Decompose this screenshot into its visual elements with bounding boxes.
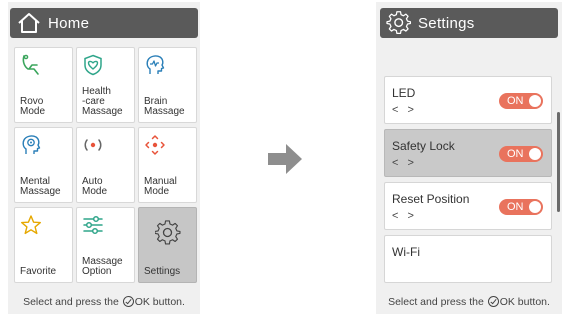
setting-row-wifi[interactable]: Wi-Fi <box>384 235 552 283</box>
tile-label: Mental Massage <box>20 176 61 197</box>
mental-head-icon <box>22 135 41 154</box>
tile-label: Massage Option <box>82 256 123 277</box>
tile-settings[interactable]: Settings <box>138 207 197 283</box>
toggle-knob <box>529 95 541 107</box>
tile-healthcare-massage[interactable]: Health -care Massage <box>76 47 135 123</box>
setting-nav-arrows: < > <box>392 210 417 222</box>
brain-head-icon <box>146 55 165 74</box>
toggle-knob <box>529 201 541 213</box>
ok-check-icon <box>487 296 499 307</box>
tile-label: Auto Mode <box>82 176 108 197</box>
setting-row-led[interactable]: LED < > ON <box>384 76 552 124</box>
home-title: Home <box>48 14 90 32</box>
toggle-knob <box>529 148 541 160</box>
gear-icon <box>155 220 181 245</box>
tile-manual-mode[interactable]: Manual Mode <box>138 127 197 203</box>
tile-brain-massage[interactable]: Brain Massage <box>138 47 197 123</box>
tile-label: Settings <box>144 266 181 277</box>
footer-text-after: OK button. <box>499 296 550 308</box>
tile-rovo-mode[interactable]: Rovo Mode <box>14 47 73 123</box>
home-screen: Home Rovo Mode Health -care Massage Brai… <box>8 2 200 314</box>
home-title-bar: Home <box>10 8 198 38</box>
toggle-label: ON <box>507 201 524 213</box>
rovo-chair-icon <box>22 54 39 75</box>
right-arrow-icon <box>268 144 302 174</box>
setting-row-reset-position[interactable]: Reset Position < > ON <box>384 182 552 230</box>
home-icon <box>18 13 40 33</box>
footer-text-before: Select and press the <box>388 296 484 308</box>
led-toggle[interactable]: ON <box>499 93 543 109</box>
gear-icon <box>386 11 412 35</box>
setting-label: Wi-Fi <box>392 245 420 259</box>
ok-check-icon <box>122 296 134 307</box>
heart-shield-icon <box>84 54 102 76</box>
safety-lock-toggle[interactable]: ON <box>499 146 543 162</box>
reset-position-toggle[interactable]: ON <box>499 199 543 215</box>
setting-label: LED <box>392 86 416 100</box>
tile-label: Manual Mode <box>144 176 177 197</box>
setting-nav-arrows: < > <box>392 157 417 169</box>
setting-label: Reset Position <box>392 192 470 206</box>
settings-title: Settings <box>418 14 475 32</box>
sliders-icon <box>83 215 103 235</box>
tile-label: Rovo Mode <box>20 96 46 117</box>
home-footer-hint: Select and press the OK button. <box>8 296 200 308</box>
tile-label: Brain Massage <box>144 96 185 117</box>
footer-text-before: Select and press the <box>23 296 119 308</box>
footer-text-after: OK button. <box>134 296 185 308</box>
star-icon <box>21 215 41 235</box>
settings-title-bar: Settings <box>380 8 558 38</box>
tile-massage-option[interactable]: Massage Option <box>76 207 135 283</box>
setting-nav-arrows: < > <box>392 104 417 116</box>
tile-label: Favorite <box>20 266 57 277</box>
auto-dial-icon <box>84 139 102 151</box>
tile-mental-massage[interactable]: Mental Massage <box>14 127 73 203</box>
scrollbar[interactable] <box>557 112 560 212</box>
settings-screen: Settings LED < > ON Safety Lock < > ON R… <box>376 2 562 314</box>
tile-label: Health -care Massage <box>82 86 123 117</box>
toggle-label: ON <box>507 148 524 160</box>
setting-row-safety-lock[interactable]: Safety Lock < > ON <box>384 129 552 177</box>
setting-label: Safety Lock <box>392 139 455 153</box>
toggle-label: ON <box>507 95 524 107</box>
tile-auto-mode[interactable]: Auto Mode <box>76 127 135 203</box>
tile-favorite[interactable]: Favorite <box>14 207 73 283</box>
manual-dpad-icon <box>145 135 165 155</box>
settings-footer-hint: Select and press the OK button. <box>376 296 562 308</box>
